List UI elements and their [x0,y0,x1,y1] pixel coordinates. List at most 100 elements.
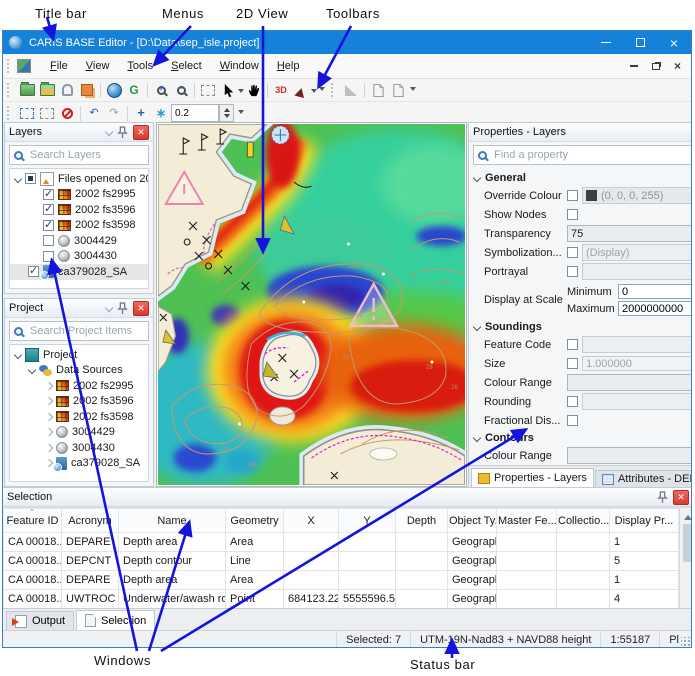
select-by-area-icon[interactable] [37,104,57,122]
measure-angle-icon[interactable] [341,81,361,99]
fractional-display-checkbox[interactable] [567,415,578,426]
resize-grip[interactable] [681,637,691,647]
project-item[interactable]: 2002 fs2995 [10,378,148,394]
globe-icon[interactable] [104,81,124,99]
layer-checkbox[interactable] [25,173,36,184]
tolerance-spinner[interactable] [219,104,234,122]
map-view-2d[interactable]: 150 186 54 32 28 26 138 92 100 [156,122,467,487]
layer-item[interactable]: 3004430 [10,249,148,265]
menu-view[interactable]: View [77,55,119,77]
layer-item[interactable]: 2002 fs3596 [10,202,148,218]
tab-properties-layers[interactable]: Properties - Layers [471,468,594,487]
snap-tolerance-icon[interactable]: ∗ [151,104,171,122]
feature-code-checkbox[interactable] [567,339,578,350]
panel-menu-icon[interactable] [105,128,113,136]
north-arrow-icon[interactable] [291,81,311,99]
project-search-input[interactable] [28,324,144,338]
status-scale[interactable]: 1:55187 [600,631,659,648]
close-panel-icon[interactable]: ✕ [673,490,689,505]
column-header[interactable]: Depth [396,509,448,533]
mdi-minimize-icon[interactable] [630,65,638,67]
show-nodes-checkbox[interactable] [567,209,578,220]
override-colour-checkbox[interactable] [567,190,578,201]
layer-checkbox[interactable] [43,235,54,246]
layer-checkbox[interactable] [28,266,39,277]
tolerance-input[interactable] [171,104,219,122]
project-item[interactable]: 2002 fs3598 [10,409,148,425]
portrayal-checkbox[interactable] [567,266,578,277]
project-root-item[interactable]: Project [10,347,148,363]
project-item[interactable]: 3004429 [10,425,148,441]
copy-layers-icon[interactable] [77,81,97,99]
symbolization-checkbox[interactable] [567,247,578,258]
new-dataset-icon[interactable] [17,81,37,99]
layer-checkbox[interactable] [43,189,54,200]
table-row[interactable]: CA 00018...UWTROC Underwater/awash rockP… [4,590,679,609]
zoom-out-icon[interactable]: − [171,81,191,99]
layer-item[interactable]: 2002 fs2995 [10,187,148,203]
column-header[interactable]: Master Fe... [497,509,557,533]
rounding-checkbox[interactable] [567,396,578,407]
tab-output[interactable]: Output [6,611,74,630]
scale-maximum-input[interactable] [618,301,692,316]
scroll-thumb[interactable] [683,524,692,562]
scroll-up-icon[interactable] [684,511,692,520]
clear-selection-icon[interactable] [57,104,77,122]
column-header[interactable]: X [284,509,339,533]
layer-item[interactable]: 3004429 [10,233,148,249]
tab-selection[interactable]: Selection [76,610,155,630]
mdi-restore-icon[interactable] [652,63,660,70]
select-by-rectangle-icon[interactable] [17,104,37,122]
column-header[interactable]: Collectio... [557,509,610,533]
menu-help[interactable]: Help [268,55,309,77]
undo-selection-icon[interactable]: ↶ [84,104,104,122]
toolbar-overflow-icon[interactable] [317,81,327,99]
tab-attributes-depcnt[interactable]: Attributes - DEPCNT [595,470,692,487]
project-item[interactable]: ca379028_SA [10,456,148,472]
zoom-window-icon[interactable] [198,81,218,99]
section-general[interactable]: General [469,170,692,186]
transparency-dropdown[interactable]: 75 [567,225,692,242]
pin-icon[interactable] [116,126,129,139]
toolbar-overflow-icon[interactable] [408,81,418,99]
attach-icon[interactable] [57,81,77,99]
column-header[interactable]: Y [339,509,396,533]
bathymetry-map[interactable]: 150 186 54 32 28 26 138 92 100 [158,124,465,485]
project-item[interactable]: 3004430 [10,440,148,456]
table-row[interactable]: CA 00018...DEPARE Depth areaArea Geograp… [4,533,679,552]
pan-hand-icon[interactable] [244,81,264,99]
select-tool-icon[interactable] [218,81,238,99]
minimize-button[interactable] [589,31,623,54]
layer-checkbox[interactable] [43,251,54,262]
layers-search-input[interactable] [28,148,144,162]
georeference-icon[interactable]: G [124,81,144,99]
table-scrollbar[interactable] [679,508,692,608]
column-header[interactable]: Display Pr... [610,509,679,533]
project-item[interactable]: 2002 fs3596 [10,394,148,410]
layer-checkbox[interactable] [43,220,54,231]
panel-menu-icon[interactable] [105,304,113,312]
colour-range-dropdown[interactable] [567,374,692,391]
pin-icon[interactable] [116,302,129,315]
open-dataset-icon[interactable] [37,81,57,99]
column-header[interactable]: Geometry [226,509,284,533]
view-3d-icon[interactable]: 3D [271,81,291,99]
column-header[interactable]: ⌃Feature ID [4,509,62,533]
zoom-in-icon[interactable]: + [151,81,171,99]
menu-tools[interactable]: Tools [118,55,162,77]
menu-file[interactable]: File [41,55,77,77]
pin-icon[interactable] [656,491,669,504]
table-row[interactable]: CA 00018...DEPCNT Depth contourLine Geog… [4,552,679,571]
menu-select[interactable]: Select [162,55,211,77]
column-header[interactable]: Acronym [62,509,119,533]
menu-window[interactable]: Window [211,55,268,77]
size-checkbox[interactable] [567,358,578,369]
data-sources-item[interactable]: Data Sources [10,363,148,379]
close-panel-icon[interactable]: ✕ [133,125,149,140]
layer-item-selected[interactable]: ca379028_SA [10,264,148,280]
maximize-button[interactable] [623,31,657,54]
move-feature-icon[interactable]: + [131,104,151,122]
table-row[interactable]: CA 00018...DEPARE Depth areaArea Geograp… [4,571,679,590]
layers-root-item[interactable]: Files opened on 201... [10,171,148,187]
column-header[interactable]: Name [119,509,226,533]
